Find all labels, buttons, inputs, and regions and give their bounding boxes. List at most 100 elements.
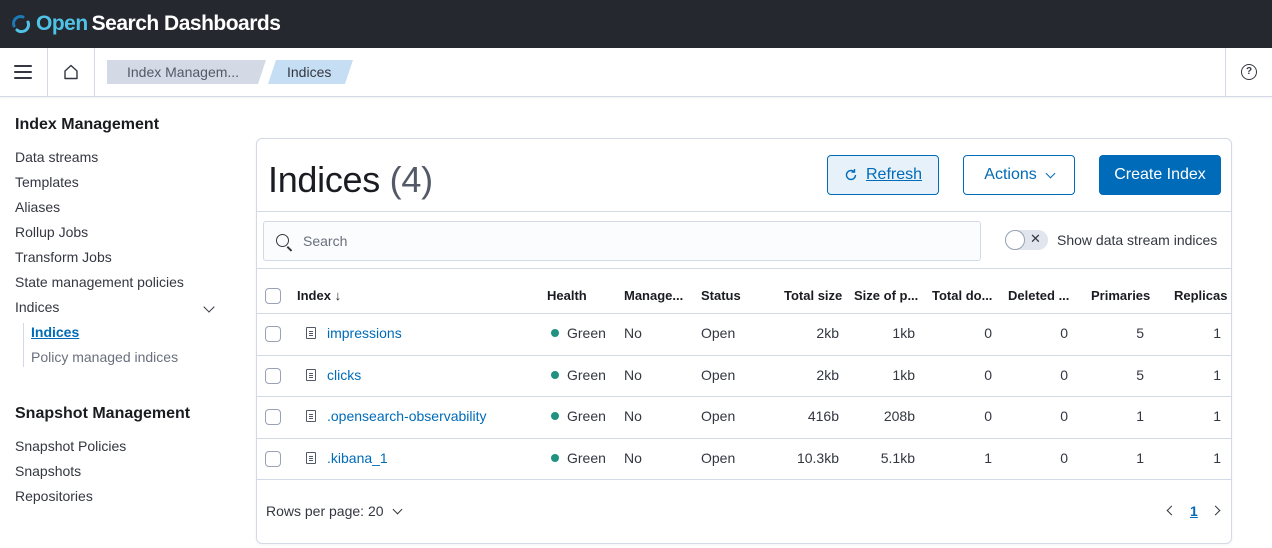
document-icon <box>306 327 316 339</box>
sidebar-item-repositories[interactable]: Repositories <box>15 488 93 504</box>
health-dot-icon <box>551 371 559 380</box>
home-icon[interactable] <box>62 63 80 81</box>
column-header-managed[interactable]: Manage... <box>624 288 683 303</box>
toggle-knob <box>1005 230 1025 250</box>
primaries-cell: 1 <box>1136 450 1144 466</box>
size-primaries-cell: 208b <box>883 408 915 424</box>
sidebar-item-indices[interactable]: Indices <box>15 299 59 315</box>
page-number-button[interactable]: 1 <box>1190 503 1198 519</box>
rows-per-page-label: Rows per page: 20 <box>266 503 384 519</box>
menu-toggle-icon[interactable] <box>14 65 32 79</box>
row-checkbox[interactable] <box>265 368 281 384</box>
opensearch-logo[interactable]: Open Search Dashboards <box>10 12 281 36</box>
column-header-primaries[interactable]: Primaries <box>1091 288 1150 303</box>
refresh-icon <box>845 169 857 181</box>
top-header: Open Search Dashboards <box>0 0 1272 48</box>
column-header-health[interactable]: Health <box>547 288 587 303</box>
column-header-size-of-primaries[interactable]: Size of p... <box>854 288 918 303</box>
page-title-count: (4) <box>389 159 433 200</box>
total-size-cell: 2kb <box>816 325 839 341</box>
total-docs-cell: 0 <box>984 408 992 424</box>
column-header-status[interactable]: Status <box>701 288 741 303</box>
divider <box>47 48 48 96</box>
help-icon[interactable]: ? <box>1241 64 1257 80</box>
index-name-link[interactable]: clicks <box>327 367 361 383</box>
toggle-label: Show data stream indices <box>1057 232 1218 248</box>
deleted-docs-cell: 0 <box>1060 450 1068 466</box>
indices-panel: Indices (4) Refresh Actions Create Index… <box>256 138 1232 544</box>
divider <box>257 479 1231 480</box>
primaries-cell: 1 <box>1136 408 1144 424</box>
sidebar-item-rollup-jobs[interactable]: Rollup Jobs <box>15 224 88 240</box>
breadcrumb-bar: Index Managem... Indices ? <box>0 48 1272 97</box>
show-data-stream-toggle[interactable]: ✕ <box>1005 230 1048 250</box>
chevron-down-icon <box>1045 168 1056 178</box>
chevron-right-icon[interactable] <box>1210 505 1221 516</box>
select-all-checkbox[interactable] <box>265 288 281 304</box>
managed-cell: No <box>624 367 642 383</box>
sidebar-title-snapshot-management: Snapshot Management <box>15 405 191 422</box>
primaries-cell: 5 <box>1136 367 1144 383</box>
column-header-index[interactable]: Index ↓ <box>297 288 341 303</box>
size-primaries-cell: 1kb <box>892 325 915 341</box>
table-row: .opensearch-observability Green No Open … <box>257 396 1231 438</box>
status-cell: Open <box>701 408 736 424</box>
health-dot-icon <box>551 412 559 421</box>
divider <box>257 211 1231 212</box>
table-row: clicks Green No Open 2kb 1kb 0 0 5 1 <box>257 355 1231 397</box>
column-header-deleted-documents[interactable]: Deleted ... <box>1008 288 1069 303</box>
replicas-cell: 1 <box>1213 408 1221 424</box>
sidebar-item-snapshots[interactable]: Snapshots <box>15 463 81 479</box>
row-checkbox[interactable] <box>265 409 281 425</box>
column-header-total-size[interactable]: Total size <box>784 288 842 303</box>
sidebar-item-aliases[interactable]: Aliases <box>15 199 60 215</box>
health-text: Green <box>567 367 606 383</box>
managed-cell: No <box>624 450 642 466</box>
sidebar-subitem-policy-managed-indices[interactable]: Policy managed indices <box>31 349 178 365</box>
row-checkbox[interactable] <box>265 326 281 342</box>
health-text: Green <box>567 325 606 341</box>
health-cell: Green <box>551 367 606 383</box>
sidebar-item-templates[interactable]: Templates <box>15 174 79 190</box>
chevron-down-icon[interactable] <box>203 301 215 313</box>
sub-nav-line <box>23 323 24 367</box>
table-row: .kibana_1 Green No Open 10.3kb 5.1kb 1 0… <box>257 438 1231 480</box>
search-placeholder: Search <box>303 233 348 249</box>
deleted-docs-cell: 0 <box>1060 408 1068 424</box>
index-name-link[interactable]: impressions <box>327 325 402 341</box>
total-size-cell: 10.3kb <box>796 450 839 466</box>
sidebar-item-transform-jobs[interactable]: Transform Jobs <box>15 249 112 265</box>
create-index-button[interactable]: Create Index <box>1099 155 1221 195</box>
search-input[interactable]: Search <box>263 221 981 261</box>
breadcrumb-indices: Indices <box>268 60 353 84</box>
row-checkbox[interactable] <box>265 451 281 467</box>
arrow-down-icon: ↓ <box>334 288 342 303</box>
total-docs-cell: 0 <box>984 325 992 341</box>
replicas-cell: 1 <box>1213 325 1221 341</box>
health-dot-icon <box>551 329 559 338</box>
actions-button[interactable]: Actions <box>963 155 1075 195</box>
column-header-replicas[interactable]: Replicas <box>1174 288 1227 303</box>
logo-text-open: Open <box>36 12 88 35</box>
document-icon <box>306 410 316 422</box>
index-name-link[interactable]: .kibana_1 <box>327 450 388 466</box>
sidebar-subitem-indices[interactable]: Indices <box>31 324 79 340</box>
breadcrumb-index-management[interactable]: Index Managem... <box>107 60 266 84</box>
health-dot-icon <box>551 454 559 463</box>
sidebar-item-snapshot-policies[interactable]: Snapshot Policies <box>15 438 126 454</box>
total-docs-cell: 1 <box>984 450 992 466</box>
index-name-link[interactable]: .opensearch-observability <box>327 408 487 424</box>
deleted-docs-cell: 0 <box>1060 367 1068 383</box>
refresh-button[interactable]: Refresh <box>827 155 939 195</box>
column-header-total-documents[interactable]: Total do... <box>932 288 992 303</box>
rows-per-page-selector[interactable]: Rows per page: 20 <box>266 503 402 519</box>
total-size-cell: 416b <box>807 408 839 424</box>
sidebar-item-state-management-policies[interactable]: State management policies <box>15 274 184 290</box>
sidebar-title-index-management: Index Management <box>15 116 160 133</box>
sidebar-item-data-streams[interactable]: Data streams <box>15 149 98 165</box>
divider <box>257 268 1231 269</box>
total-docs-cell: 0 <box>984 367 992 383</box>
chevron-left-icon[interactable] <box>1166 505 1177 516</box>
search-icon <box>276 234 289 247</box>
divider <box>94 48 95 96</box>
